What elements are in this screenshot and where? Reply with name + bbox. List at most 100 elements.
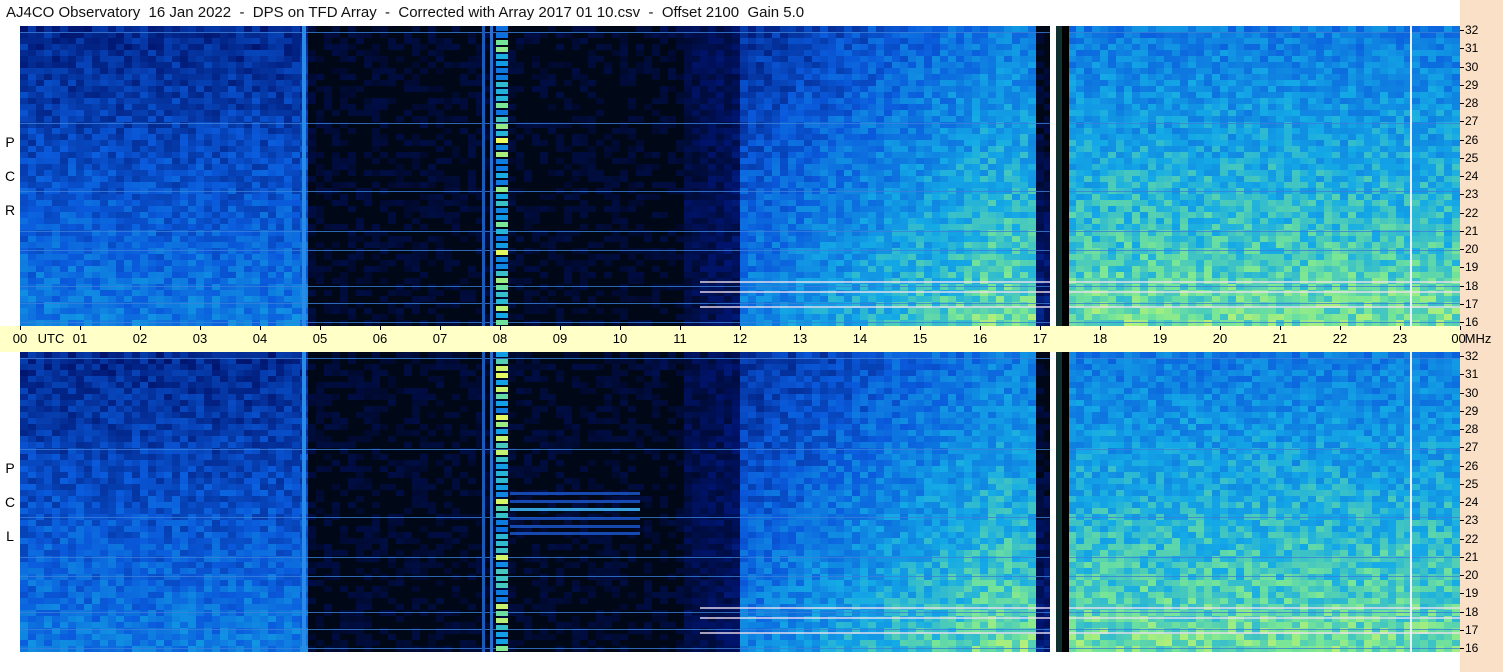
spectrogram-cell	[1020, 182, 1028, 188]
spectrogram-cell	[516, 134, 524, 140]
spectrogram-cell	[932, 314, 940, 320]
spectrogram-cell	[692, 200, 700, 206]
spectrogram-cell	[116, 74, 124, 80]
spectrogram-cell	[156, 152, 164, 158]
spectrogram-cell	[852, 254, 860, 260]
spectrogram-cell	[124, 86, 132, 92]
spectrogram-cell	[180, 278, 188, 284]
spectrogram-cell	[892, 128, 900, 134]
spectrogram-cell	[412, 206, 420, 212]
spectrogram-cell	[732, 50, 740, 56]
spectrogram-cell	[844, 272, 852, 278]
spectrogram-cell	[140, 122, 148, 128]
spectrogram-cell	[1020, 170, 1028, 176]
spectrogram-cell	[740, 146, 748, 152]
spectrogram-cell	[420, 194, 428, 200]
spectrogram-cell	[676, 236, 684, 242]
spectrogram-cell	[964, 26, 972, 32]
spectrogram-cell	[68, 74, 76, 80]
spectrogram-cell	[988, 92, 996, 98]
spectrogram-cell	[92, 56, 100, 62]
spectrogram-cell	[260, 62, 268, 68]
spectrogram-cell	[572, 290, 580, 296]
spectrogram-cell	[324, 254, 332, 260]
spectrogram-cell	[804, 212, 812, 218]
spectrogram-cell	[228, 68, 236, 74]
spectrogram-cell	[676, 224, 684, 230]
spectrogram-cell	[980, 146, 988, 152]
spectrogram-cell	[228, 86, 236, 92]
spectrogram-cell	[236, 50, 244, 56]
spectrogram-cell	[28, 158, 36, 164]
spectrogram-cell	[524, 212, 532, 218]
spectrogram-cell	[828, 182, 836, 188]
spectrogram-cell	[900, 140, 908, 146]
spectrogram-cell	[28, 260, 36, 266]
spectrogram-cell	[196, 98, 204, 104]
spectrogram-cell	[700, 152, 708, 158]
spectrogram-cell	[852, 176, 860, 182]
spectrogram-cell	[692, 122, 700, 128]
spectrogram-cell	[788, 266, 796, 272]
spectrogram-cell	[972, 200, 980, 206]
spectrogram-cell	[164, 176, 172, 182]
spectrogram-cell	[436, 56, 444, 62]
spectrogram-cell	[884, 50, 892, 56]
spectrogram-cell	[180, 140, 188, 146]
spectrogram-cell	[908, 128, 916, 134]
spectrogram-cell	[100, 266, 108, 272]
spectrogram-cell	[172, 314, 180, 320]
spectrogram-cell	[940, 200, 948, 206]
spectrogram-cell	[412, 62, 420, 68]
spectrogram-cell	[852, 236, 860, 242]
spectrogram-cell	[84, 152, 92, 158]
spectrogram-cell	[620, 128, 628, 134]
spectrogram-cell	[212, 206, 220, 212]
spectrogram-cell	[332, 152, 340, 158]
spectrogram-cell	[956, 98, 964, 104]
spectrogram-cell	[660, 116, 668, 122]
spectrogram-cell	[164, 236, 172, 242]
spectrogram-cell	[916, 92, 924, 98]
spectrogram-cell	[212, 170, 220, 176]
spectrogram-cell	[1028, 164, 1036, 170]
spectrogram-cell	[164, 308, 172, 314]
spectrogram-cell	[228, 110, 236, 116]
spectrogram-cell	[708, 170, 716, 176]
spectrogram-cell	[796, 80, 804, 86]
spectrogram-cell	[684, 38, 692, 44]
spectrogram-cell	[20, 224, 28, 230]
spectrogram-cell	[100, 110, 108, 116]
spectrogram-cell	[540, 296, 548, 302]
spectrogram-cell	[268, 86, 276, 92]
spectrogram-cell	[772, 254, 780, 260]
spectrogram-cell	[900, 266, 908, 272]
spectrogram-cell	[940, 224, 948, 230]
spectrogram-cell	[972, 308, 980, 314]
spectrogram-cell	[820, 182, 828, 188]
spectrogram-cell	[444, 254, 452, 260]
spectrogram-cell	[572, 38, 580, 44]
spectrogram-cell	[1004, 182, 1012, 188]
spectrogram-cell	[860, 152, 868, 158]
spectrogram-cell	[700, 56, 708, 62]
spectrogram-cell	[692, 212, 700, 218]
spectrogram-cell	[140, 140, 148, 146]
spectrogram-cell	[36, 158, 44, 164]
spectrogram-cell	[684, 236, 692, 242]
spectrogram-cell	[948, 116, 956, 122]
spectrogram-cell	[220, 182, 228, 188]
spectrogram-cell	[796, 128, 804, 134]
spectrogram-cell	[716, 68, 724, 74]
spectrogram-cell	[900, 44, 908, 50]
spectrogram-cell	[228, 266, 236, 272]
spectrogram-cell	[364, 80, 372, 86]
spectrogram-cell	[1004, 152, 1012, 158]
spectrogram-cell	[308, 224, 316, 230]
spectrogram-cell	[892, 140, 900, 146]
spectrogram-cell	[236, 44, 244, 50]
spectrogram-cell	[908, 194, 916, 200]
spectrogram-cell	[1028, 146, 1036, 152]
spectrogram-cell	[924, 122, 932, 128]
spectrogram-cell	[124, 98, 132, 104]
